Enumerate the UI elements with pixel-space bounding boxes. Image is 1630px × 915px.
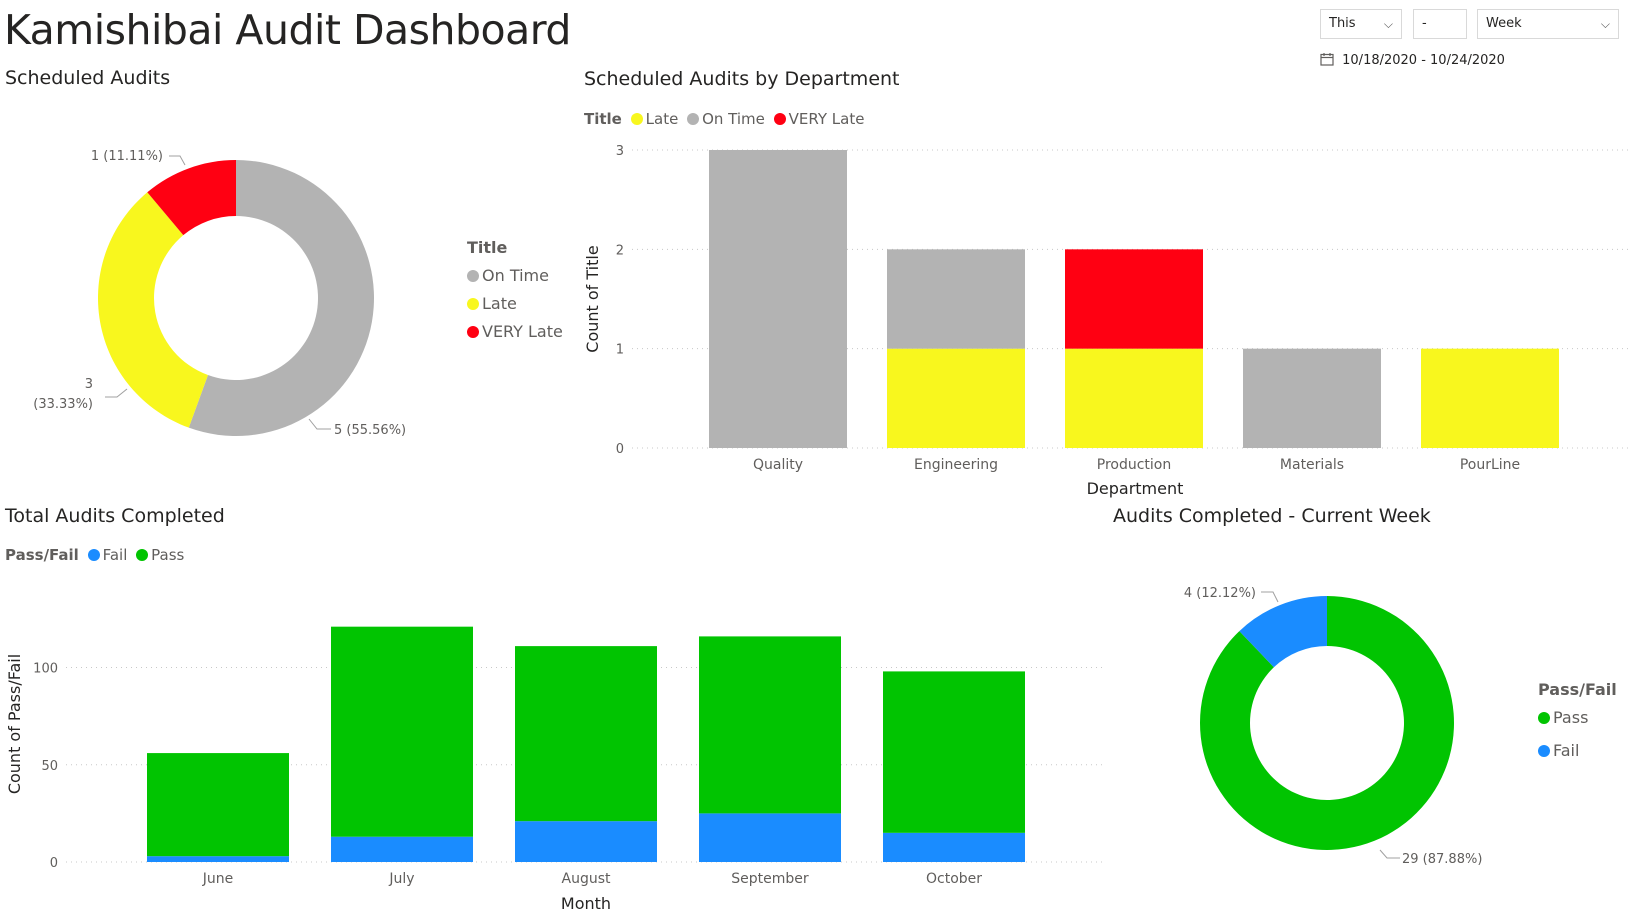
x-tick-label: Engineering (914, 457, 998, 473)
x-axis-title: Department (1087, 479, 1184, 498)
bar-fail-october[interactable] (883, 832, 1025, 862)
leader-line (1261, 591, 1279, 603)
leader-line (308, 418, 331, 430)
data-label: 4 (12.12%) (1184, 586, 1256, 601)
data-label-part: 5 (55.56%) (334, 423, 406, 438)
chart-canvas: 5 (55.56%) 3 (33.33%) 1 (11.11%) 0 1 2 3 Quality… (5, 144, 1630, 913)
bar-fail-july[interactable] (331, 836, 473, 862)
x-tick-label: Materials (1280, 457, 1344, 473)
leader-line (169, 155, 186, 166)
bar-pass-september[interactable] (699, 636, 841, 814)
x-tick-label: August (562, 871, 612, 887)
bar-fail-june[interactable] (147, 856, 289, 862)
data-label-part: 1 (11.11%) (91, 149, 163, 164)
x-tick-label: PourLine (1460, 457, 1520, 473)
x-tick-label: October (926, 871, 982, 887)
y-axis-title: Count of Title (583, 245, 602, 352)
data-label-part: 4 (12.12%) (1184, 586, 1256, 601)
x-tick-label: July (388, 871, 414, 887)
y-tick-label: 0 (50, 856, 58, 871)
bar-fail-august[interactable] (515, 821, 657, 862)
bar-pass-july[interactable] (331, 626, 473, 837)
bar-pass-august[interactable] (515, 646, 657, 822)
leader-line (105, 388, 128, 398)
leader-line (1379, 849, 1400, 859)
y-tick-label: 0 (616, 442, 624, 457)
bar-pass-october[interactable] (883, 671, 1025, 833)
y-axis-title: Count of Pass/Fail (5, 654, 24, 794)
data-label: 1 (11.11%) (91, 149, 163, 164)
bar-late-pourline[interactable] (1421, 348, 1559, 448)
bar-late-production[interactable] (1065, 348, 1203, 448)
data-label: 3 (33.33%) (33, 377, 93, 412)
bar-fail-september[interactable] (699, 813, 841, 862)
x-tick-label: September (731, 871, 809, 887)
y-tick-label: 100 (33, 662, 58, 677)
x-tick-label: Quality (753, 457, 803, 473)
data-label-part: 3 (85, 377, 93, 392)
y-tick-label: 3 (616, 144, 624, 159)
bar-on-time-engineering[interactable] (887, 249, 1025, 349)
bar-late-engineering[interactable] (887, 348, 1025, 448)
y-tick-label: 2 (616, 243, 624, 258)
x-tick-label: Production (1097, 457, 1171, 473)
x-tick-label: June (202, 871, 234, 887)
data-label-part: (33.33%) (33, 397, 93, 412)
x-axis-title: Month (561, 894, 611, 913)
bar-on-time-materials[interactable] (1243, 348, 1381, 448)
data-label-part: 29 (87.88%) (1402, 852, 1482, 867)
bar-on-time-quality[interactable] (709, 150, 847, 448)
bar-pass-june[interactable] (147, 753, 289, 857)
bar-very-late-production[interactable] (1065, 249, 1203, 349)
y-tick-label: 50 (41, 759, 58, 774)
data-label: 29 (87.88%) (1402, 852, 1482, 867)
y-tick-label: 1 (616, 343, 624, 358)
data-label: 5 (55.56%) (334, 423, 406, 438)
